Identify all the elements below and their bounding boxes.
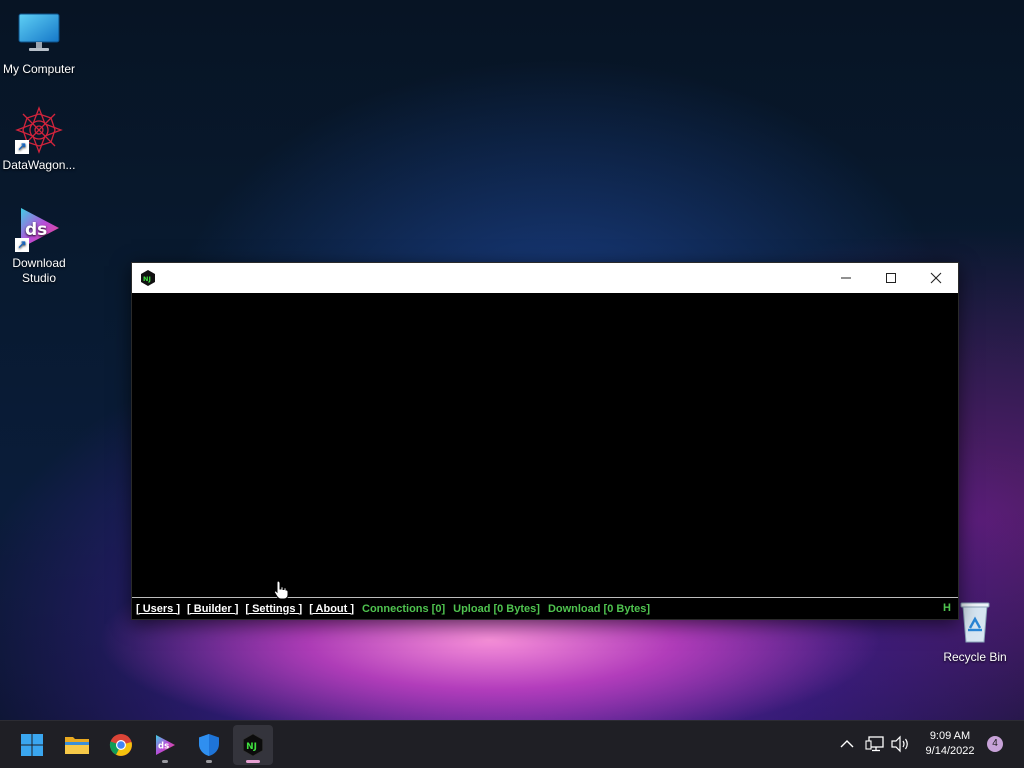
status-bar: [ Users ] [ Builder ] [ Settings ] [ Abo… <box>132 597 958 619</box>
menu-builder[interactable]: [ Builder ] <box>187 603 238 615</box>
shortcut-arrow-icon: ↗ <box>15 238 29 252</box>
volume-button[interactable] <box>890 735 910 758</box>
svg-text:ds: ds <box>158 742 169 752</box>
clock[interactable]: 9:09 AM 9/14/2022 <box>916 729 984 759</box>
file-explorer-icon <box>65 737 89 754</box>
volume-icon <box>891 735 908 753</box>
clock-date: 9/14/2022 <box>925 745 975 757</box>
menu-users[interactable]: [ Users ] <box>136 603 180 615</box>
start-icon <box>21 734 43 756</box>
desktop-icon-label: Recycle Bin <box>943 650 1007 664</box>
close-button[interactable] <box>913 263 959 293</box>
shortcut-arrow-icon: ↗ <box>15 140 29 154</box>
running-indicator <box>206 760 212 763</box>
taskbar-defender[interactable] <box>189 725 229 765</box>
network-button[interactable] <box>865 735 885 758</box>
title-bar[interactable]: NJ <box>132 263 958 293</box>
connections-count: Connections [0] <box>362 602 446 615</box>
maximize-button[interactable] <box>868 263 914 293</box>
svg-text:ds: ds <box>25 220 47 240</box>
njrat-icon: NJ <box>140 270 156 286</box>
notification-badge[interactable]: 4 <box>987 736 1003 752</box>
minimize-button[interactable] <box>823 263 869 293</box>
desktop-icon-download-studio[interactable]: ds ↗ Download Studio <box>0 204 78 286</box>
active-indicator <box>246 760 260 763</box>
minimize-icon <box>841 277 851 279</box>
desktop-icon-label: Download Studio <box>12 256 66 285</box>
svg-text:NJ: NJ <box>143 275 151 283</box>
start-button[interactable] <box>12 725 52 765</box>
taskbar-file-explorer[interactable] <box>57 725 97 765</box>
desktop-icon-datawagon[interactable]: ↗ DataWagon... <box>0 106 78 173</box>
clock-time: 9:09 AM <box>929 730 971 742</box>
status-indicator: H <box>943 602 951 614</box>
desktop: My Computer ↗ DataWagon... ds ↗ Download… <box>0 0 1024 720</box>
app-window: NJ [ Users ] [ Builder ] [ Settings ] [ … <box>131 262 959 620</box>
show-hidden-icons-button[interactable] <box>838 735 856 758</box>
desktop-icon-my-computer[interactable]: My Computer <box>0 10 78 77</box>
njrat-icon: NJ <box>243 734 263 756</box>
monitor-icon <box>15 10 63 58</box>
download-stat: Download [0 Bytes] <box>547 602 651 615</box>
download-studio-icon: ds ↗ <box>15 204 63 252</box>
desktop-icon-label: DataWagon... <box>2 158 76 172</box>
taskbar-chrome[interactable] <box>101 725 141 765</box>
menu-about[interactable]: [ About ] <box>309 603 354 615</box>
close-icon <box>930 272 942 284</box>
chrome-icon <box>109 734 132 756</box>
taskbar-download-studio[interactable]: ds <box>145 725 185 765</box>
maximize-icon <box>886 273 896 283</box>
taskbar: ds NJ 9:09 AM 9/14/2022 <box>0 720 1024 768</box>
download-studio-icon: ds <box>156 735 175 755</box>
hand-cursor-icon <box>273 580 289 605</box>
taskbar-njrat[interactable]: NJ <box>233 725 273 765</box>
svg-text:NJ: NJ <box>246 742 257 752</box>
desktop-icon-label: My Computer <box>2 62 76 76</box>
network-icon <box>865 736 884 752</box>
defender-icon <box>199 734 219 756</box>
connections-list-area[interactable] <box>132 293 958 597</box>
running-indicator <box>162 760 168 763</box>
upload-stat: Upload [0 Bytes] <box>453 602 540 615</box>
datawagon-icon: ↗ <box>15 106 63 154</box>
chevron-up-icon <box>840 740 854 748</box>
